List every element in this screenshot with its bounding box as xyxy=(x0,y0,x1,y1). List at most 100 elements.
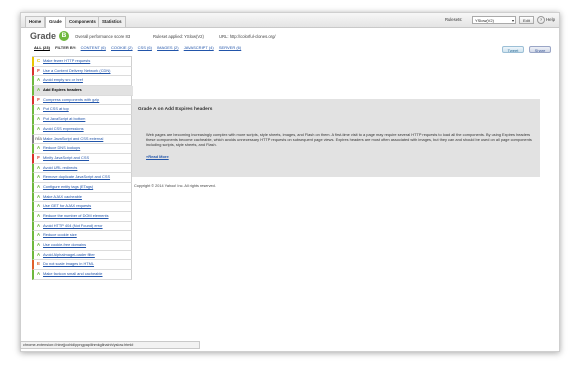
rule-item[interactable]: A Avoid HTTP 404 (Not Found) error xyxy=(32,221,132,232)
rule-label: Avoid empty src or href xyxy=(43,77,83,83)
rule-grade: A xyxy=(36,125,41,131)
rule-label: Use a Content Delivery Network (CDN) xyxy=(43,67,111,73)
rule-label: Reduce DNS lookups xyxy=(43,145,81,151)
overall-score: Overall performance score 83 xyxy=(75,34,131,39)
rule-item[interactable]: F Compress components with gzip xyxy=(32,95,132,106)
rule-grade: A xyxy=(36,164,41,170)
help-menu[interactable]: ? Help xyxy=(537,16,555,24)
rule-label: Use GET for AJAX requests xyxy=(43,203,92,209)
rule-label: Make favicon small and cacheable xyxy=(43,271,103,277)
rule-item[interactable]: n/aMake JavaScript and CSS external xyxy=(32,134,132,145)
ruleset-applied: Ruleset applied: YSlow(V2) xyxy=(153,34,204,39)
rule-item[interactable]: F Use a Content Delivery Network (CDN) xyxy=(32,66,132,77)
filter-label: FILTER BY: xyxy=(55,45,77,50)
rule-label: Remove duplicate JavaScript and CSS xyxy=(43,174,111,180)
filter-content[interactable]: CONTENT (6) xyxy=(81,45,106,50)
rule-grade: C xyxy=(36,58,41,63)
rule-label: Reduce cookie size xyxy=(43,232,77,238)
help-icon: ? xyxy=(537,16,545,24)
rule-item[interactable]: C Make fewer HTTP requests xyxy=(32,57,132,67)
rule-grade: A xyxy=(36,116,41,122)
rule-item[interactable]: A Add Expires headers xyxy=(32,86,133,96)
rule-item[interactable]: A Avoid empty src or href xyxy=(32,76,132,87)
top-toolbar: Home Grade Components Statistics Ruleset… xyxy=(21,13,559,28)
rule-grade: A xyxy=(36,106,41,112)
tab-components[interactable]: Components xyxy=(65,16,100,27)
rule-grade: A xyxy=(36,183,41,189)
rule-list: C Make fewer HTTP requests F Use a Content … xyxy=(32,56,133,280)
rule-grade: F xyxy=(37,67,40,73)
rule-label: Avoid URL redirects xyxy=(43,164,78,170)
rule-label: Put JavaScript at bottom xyxy=(43,116,86,122)
filter-server[interactable]: SERVER (6) xyxy=(219,45,241,50)
rule-label: Put CSS at top xyxy=(43,106,69,112)
rule-item[interactable]: A Configure entity tags (ETags) xyxy=(32,182,132,193)
rule-item[interactable]: A Reduce the number of DOM elements xyxy=(32,212,132,222)
grade-label: Grade xyxy=(30,31,57,41)
filter-javascript[interactable]: JAVASCRIPT (4) xyxy=(184,45,214,50)
rule-label: Make fewer HTTP requests xyxy=(43,58,91,63)
rule-grade: A xyxy=(36,242,41,248)
rule-label: Do not scale images in HTML xyxy=(43,261,95,267)
rule-item[interactable]: A Put CSS at top xyxy=(32,105,132,116)
rule-item[interactable]: A Avoid URL redirects xyxy=(32,163,132,174)
tab-home[interactable]: Home xyxy=(25,16,46,27)
rule-grade: A xyxy=(36,271,41,277)
rule-detail-body: Web pages are becoming increasingly comp… xyxy=(146,132,532,147)
tweet-button[interactable]: Tweet xyxy=(502,46,524,53)
rule-grade: A xyxy=(36,87,41,93)
copyright: Copyright © 2014 Yahoo! Inc. All rights … xyxy=(134,184,216,188)
rule-label: Avoid AlphaImageLoader filter xyxy=(43,251,95,257)
rule-item[interactable]: A Avoid CSS expressions xyxy=(32,124,132,135)
rule-label: Avoid HTTP 404 (Not Found) error xyxy=(43,222,103,228)
rule-grade: A xyxy=(36,145,41,151)
filter-cookie[interactable]: COOKIE (2) xyxy=(111,45,133,50)
rule-grade: F xyxy=(37,154,40,160)
rule-label: Make JavaScript and CSS external xyxy=(43,135,104,141)
rule-item[interactable]: A Make favicon small and cacheable xyxy=(32,270,132,280)
help-label: Help xyxy=(546,17,556,22)
tab-statistics[interactable]: Statistics xyxy=(98,16,126,27)
filter-bar: ALL (23) FILTER BY: CONTENT (6) COOKIE (… xyxy=(34,45,245,50)
rule-label: Avoid CSS expressions xyxy=(43,125,84,131)
ruleset-select[interactable]: YSlow(V2) ▾ xyxy=(472,16,516,24)
rule-label: Make AJAX cacheable xyxy=(43,193,82,199)
rule-grade: A xyxy=(36,174,41,180)
rule-label: Reduce the number of DOM elements xyxy=(43,213,109,218)
rule-item[interactable]: A Remove duplicate JavaScript and CSS xyxy=(32,173,132,183)
rule-grade: A xyxy=(36,222,41,228)
status-bar-url: chrome-extension://ninejjcohidippngpapii… xyxy=(20,341,200,349)
filter-all[interactable]: ALL (23) xyxy=(34,45,50,50)
rule-item[interactable]: A Make AJAX cacheable xyxy=(32,192,132,203)
rule-grade: n/a xyxy=(35,135,42,141)
rule-detail-panel: Grade A on Add Expires headers Web pages… xyxy=(132,99,540,177)
grade-badge: B xyxy=(59,31,69,41)
rule-item[interactable]: A Put JavaScript at bottom xyxy=(32,115,132,125)
filter-images[interactable]: IMAGES (2) xyxy=(157,45,179,50)
rule-grade: A xyxy=(36,232,41,238)
tab-grade[interactable]: Grade xyxy=(45,16,66,28)
rule-grade: A xyxy=(36,251,41,257)
ruleset-label: Rulesets: xyxy=(445,17,463,22)
rule-item[interactable]: A Use GET for AJAX requests xyxy=(32,202,132,212)
rule-item[interactable]: A Reduce cookie size xyxy=(32,231,132,242)
rule-label: Minify JavaScript and CSS xyxy=(43,154,90,160)
rule-grade: A xyxy=(36,203,41,209)
edit-button[interactable]: Edit xyxy=(519,16,534,24)
rule-item[interactable]: A Avoid AlphaImageLoader filter xyxy=(32,250,132,261)
read-more-link[interactable]: »Read More xyxy=(146,154,169,159)
rule-item[interactable]: A Use cookie-free domains xyxy=(32,241,132,251)
rule-label: Use cookie-free domains xyxy=(43,242,87,248)
filter-css[interactable]: CSS (6) xyxy=(138,45,152,50)
ruleset-value: YSlow(V2) xyxy=(475,18,494,23)
rule-item[interactable]: F Minify JavaScript and CSS xyxy=(32,153,132,164)
rule-label: Configure entity tags (ETags) xyxy=(43,183,94,189)
rule-item[interactable]: A Reduce DNS lookups xyxy=(32,144,132,154)
rule-grade: A xyxy=(36,77,41,83)
rule-detail-title: Grade A on Add Expires headers xyxy=(138,107,213,112)
rule-item[interactable]: E Do not scale images in HTML xyxy=(32,260,132,271)
share-button[interactable]: Share xyxy=(529,46,551,53)
page-url: URL: http://colorful-clones.org/ xyxy=(219,34,276,39)
rule-grade: A xyxy=(36,213,41,218)
rule-grade: A xyxy=(36,193,41,199)
